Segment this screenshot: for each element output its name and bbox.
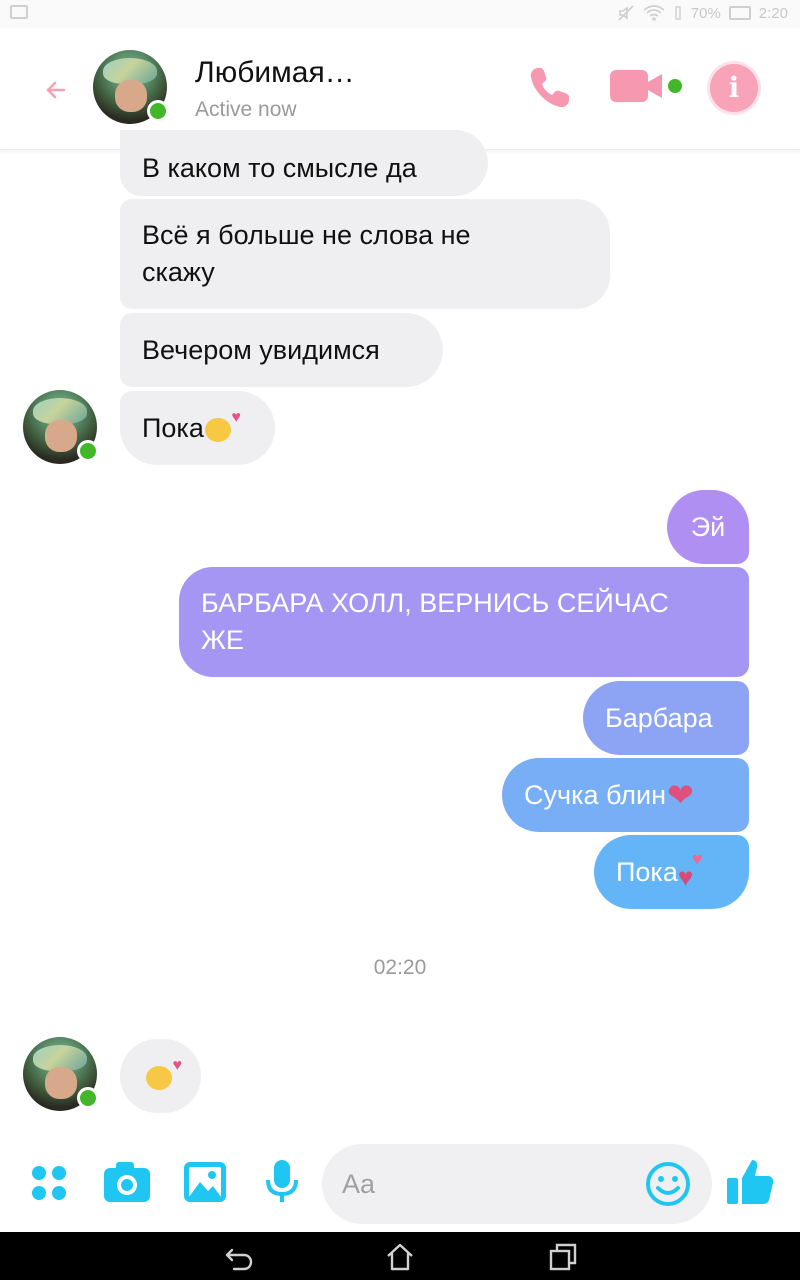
message-text: Пока (142, 412, 204, 443)
message-text: Эй (690, 511, 726, 542)
smiley-icon[interactable] (644, 1160, 692, 1208)
online-indicator (77, 440, 99, 462)
message-text: Всё я больше не слова не (142, 220, 471, 250)
four-dots-icon[interactable] (28, 1162, 70, 1204)
screenshot-icon (10, 5, 28, 19)
message-text: Пока (616, 856, 678, 887)
status-bar-right: 70% 2:20 (617, 4, 788, 22)
message-input[interactable] (342, 1162, 642, 1206)
nav-back-icon[interactable] (224, 1242, 254, 1272)
microphone-icon[interactable] (264, 1158, 300, 1206)
wifi-icon (643, 5, 665, 21)
online-indicator (77, 1087, 99, 1109)
message-incoming[interactable]: Вечером увидимся (120, 313, 443, 387)
contact-avatar[interactable] (93, 50, 169, 124)
composer-bar (0, 1140, 800, 1232)
mute-icon (618, 5, 634, 21)
nav-recents-icon[interactable] (548, 1242, 578, 1272)
sender-avatar[interactable] (23, 390, 99, 464)
contact-status: Active now (195, 98, 297, 121)
system-nav-bar (0, 1232, 800, 1280)
info-icon[interactable]: i (710, 64, 758, 112)
message-text: БАРБАРА ХОЛЛ, ВЕРНИСЬ СЕЙЧАС (201, 588, 669, 618)
message-text: В каком то смысле да (142, 152, 417, 183)
message-outgoing[interactable]: Эй (667, 490, 749, 564)
message-text: Барбара (605, 702, 713, 733)
video-camera-icon[interactable] (608, 66, 688, 106)
message-outgoing[interactable]: Барбара (583, 681, 749, 755)
signal-icon (675, 6, 681, 20)
message-text: ЖЕ (201, 625, 244, 655)
phone-icon[interactable] (524, 62, 576, 114)
message-incoming[interactable]: В каком то смысле да (120, 130, 488, 196)
status-bar: 70% 2:20 (0, 0, 800, 28)
sender-avatar[interactable] (23, 1037, 99, 1111)
message-outgoing[interactable]: Сучка блин ❤ (502, 758, 749, 832)
message-outgoing[interactable]: БАРБАРА ХОЛЛ, ВЕРНИСЬ СЕЙЧАС ЖЕ (179, 567, 749, 677)
heart-emoji-icon: ❤ (667, 777, 694, 813)
message-input-field[interactable] (322, 1144, 712, 1224)
message-text: Вечером увидимся (142, 334, 380, 365)
message-text: Сучка блин (524, 779, 666, 810)
status-time: 2:20 (758, 4, 788, 22)
messenger-screen: 70% 2:20 Любимая… Active now i В каком т… (0, 0, 800, 1280)
message-timestamp: 02:20 (373, 956, 427, 979)
two-hearts-emoji-icon: ♥ ♥ (677, 849, 703, 892)
message-incoming-emoji[interactable]: ♥ (120, 1039, 201, 1113)
thumbs-up-icon[interactable] (724, 1156, 776, 1208)
battery-icon (728, 6, 751, 20)
nav-home-icon[interactable] (385, 1242, 415, 1272)
contact-name[interactable]: Любимая… (195, 56, 355, 90)
message-text: скажу (142, 257, 215, 287)
message-outgoing[interactable]: Пока ♥ ♥ (594, 835, 749, 909)
kiss-emoji-icon: ♥ (146, 1058, 182, 1090)
image-icon[interactable] (182, 1160, 228, 1204)
kiss-emoji-icon: ♥ (204, 410, 241, 442)
back-arrow-icon[interactable] (38, 72, 74, 108)
message-incoming[interactable]: Пока ♥ (120, 391, 275, 465)
online-indicator (147, 100, 169, 122)
camera-icon[interactable] (102, 1160, 152, 1204)
message-incoming[interactable]: Всё я больше не слова не скажу (120, 199, 610, 309)
battery-percent: 70% (690, 4, 721, 22)
